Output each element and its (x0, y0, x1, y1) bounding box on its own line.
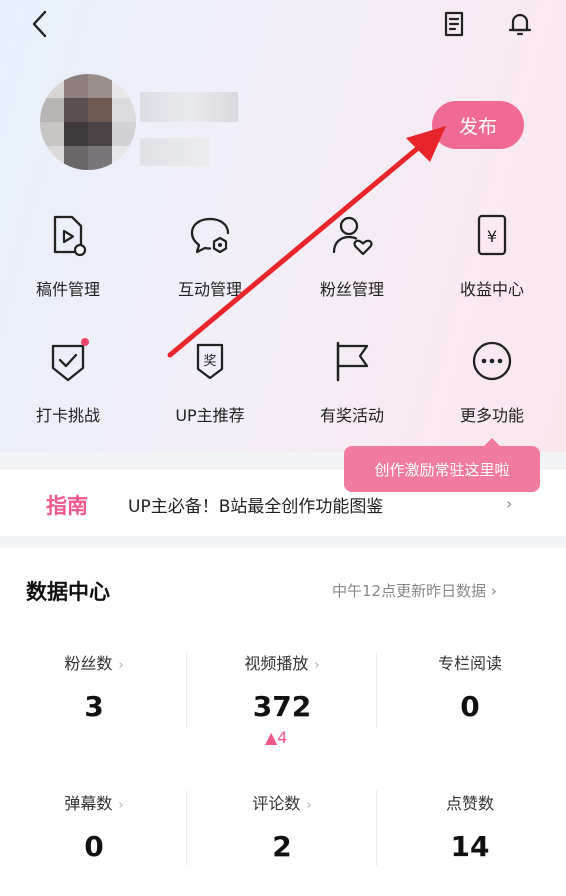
chevron-right-icon: › (118, 798, 124, 813)
svg-text:奖: 奖 (203, 354, 216, 369)
back-button[interactable] (22, 6, 58, 42)
income-icon: ¥ (469, 212, 515, 258)
svg-text:¥: ¥ (487, 227, 497, 246)
checkin-icon (45, 338, 91, 384)
stat-value: 14 (450, 830, 490, 863)
data-update-link[interactable]: 中午12点更新昨日数据 › (332, 580, 497, 601)
grid-item-recommend[interactable]: 奖 UP主推荐 (150, 338, 270, 426)
stat-label: 视频播放 (244, 654, 309, 673)
avatar[interactable] (40, 74, 136, 170)
bell-icon (508, 13, 532, 36)
stat-label: 粉丝数 (64, 654, 113, 673)
chevron-right-icon: › (306, 798, 312, 813)
stat-value: 0 (84, 830, 104, 863)
guide-tag: 指南 (46, 494, 88, 518)
tooltip-text: 创作激励常驻这里啦 (344, 446, 540, 492)
grid-item-label: 粉丝管理 (319, 280, 384, 299)
tooltip: 创作激励常驻这里啦 (344, 438, 540, 492)
grid-item-fans[interactable]: 粉丝管理 (292, 212, 412, 300)
grid-item-checkin[interactable]: 打卡挑战 (8, 338, 128, 426)
interaction-icon (187, 212, 233, 258)
stat-label: 专栏阅读 (437, 654, 502, 673)
stat-value: 372 (252, 690, 312, 723)
flag-icon (329, 338, 375, 384)
notification-button[interactable] (502, 6, 538, 42)
more-icon (469, 338, 515, 384)
grid-item-label: 打卡挑战 (35, 406, 100, 425)
stat-value: 0 (460, 690, 480, 723)
stat-label: 评论数 (252, 794, 301, 813)
stat-fans[interactable]: 粉丝数 › 3 (0, 650, 188, 723)
grid-item-more[interactable]: 更多功能 (432, 338, 552, 426)
stat-likes[interactable]: 点赞数 14 (376, 790, 564, 863)
grid-item-income[interactable]: ¥ 收益中心 (432, 212, 552, 300)
chevron-right-icon: › (506, 494, 513, 513)
data-center-title: 数据中心 (26, 580, 110, 604)
grid-item-label: 稿件管理 (35, 280, 100, 299)
play-delta: ▲4 (265, 728, 288, 747)
grid-item-flag[interactable]: 有奖活动 (292, 338, 412, 426)
stat-value: 2 (272, 830, 292, 863)
stat-comments[interactable]: 评论数 › 2 (188, 790, 376, 863)
manuscript-icon (45, 212, 91, 258)
grid-item-label: 收益中心 (459, 280, 524, 299)
chevron-right-icon: › (118, 658, 124, 673)
grid-item-label: 有奖活动 (319, 406, 384, 425)
fans-icon (329, 212, 375, 258)
stat-video-plays[interactable]: 视频播放 › 372 (188, 650, 376, 723)
notification-dot (81, 338, 89, 346)
user-info-blurred (140, 138, 210, 166)
chevron-right-icon: › (314, 658, 320, 673)
stat-label: 点赞数 (445, 794, 494, 813)
stat-value: 3 (84, 690, 104, 723)
username-blurred (140, 92, 238, 122)
recommend-icon: 奖 (187, 338, 233, 384)
grid-item-label: 互动管理 (177, 280, 242, 299)
document-icon (444, 11, 464, 37)
grid-item-label: 更多功能 (459, 406, 524, 425)
stat-label: 弹幕数 (64, 794, 113, 813)
publish-button[interactable]: 发布 (432, 101, 524, 149)
grid-item-label: UP主推荐 (175, 406, 245, 425)
chevron-left-icon (32, 10, 47, 38)
grid-item-interaction[interactable]: 互动管理 (150, 212, 270, 300)
guide-text[interactable]: UP主必备！B站最全创作功能图鉴 (128, 492, 383, 517)
document-button[interactable] (436, 6, 472, 42)
stat-danmaku[interactable]: 弹幕数 › 0 (0, 790, 188, 863)
stat-column-reads[interactable]: 专栏阅读 0 (376, 650, 564, 723)
grid-item-manuscript[interactable]: 稿件管理 (8, 212, 128, 300)
